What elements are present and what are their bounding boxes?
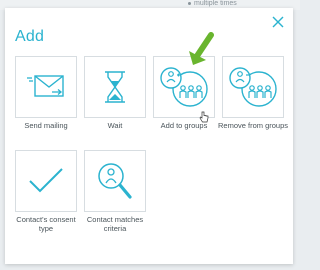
tile-send-mailing[interactable] bbox=[15, 56, 77, 118]
tile-add-to-groups[interactable] bbox=[153, 56, 215, 118]
tile-consent-type[interactable] bbox=[15, 150, 77, 212]
tile-label-remove-from-groups: Remove from groups bbox=[217, 121, 289, 130]
background-hint: multiple times bbox=[188, 0, 237, 7]
tile-remove-from-groups[interactable] bbox=[222, 56, 284, 118]
tile-label-wait: Wait bbox=[107, 121, 123, 130]
bullet-icon bbox=[188, 1, 191, 5]
tile-label-contact-matches-criteria: Contact matches criteria bbox=[86, 215, 144, 233]
person-search-icon bbox=[98, 163, 132, 199]
hourglass-icon bbox=[105, 71, 125, 103]
checkmark-icon bbox=[29, 168, 63, 193]
tile-label-add-to-groups: Add to groups bbox=[160, 121, 208, 130]
close-icon bbox=[272, 16, 284, 28]
remove-group-icon bbox=[229, 67, 277, 107]
tile-label-consent-type: Contact's consent type bbox=[16, 215, 76, 233]
close-button[interactable] bbox=[271, 15, 285, 29]
envelope-icon bbox=[27, 75, 64, 97]
add-dialog: Add Send mailing Wait Add to groups Remo… bbox=[5, 8, 293, 264]
tile-wait[interactable] bbox=[84, 56, 146, 118]
tile-label-send-mailing: Send mailing bbox=[24, 121, 68, 130]
add-group-icon bbox=[160, 67, 208, 107]
dialog-title: Add bbox=[15, 28, 45, 45]
tile-contact-matches-criteria[interactable] bbox=[84, 150, 146, 212]
background-hint-text: multiple times bbox=[194, 0, 237, 7]
